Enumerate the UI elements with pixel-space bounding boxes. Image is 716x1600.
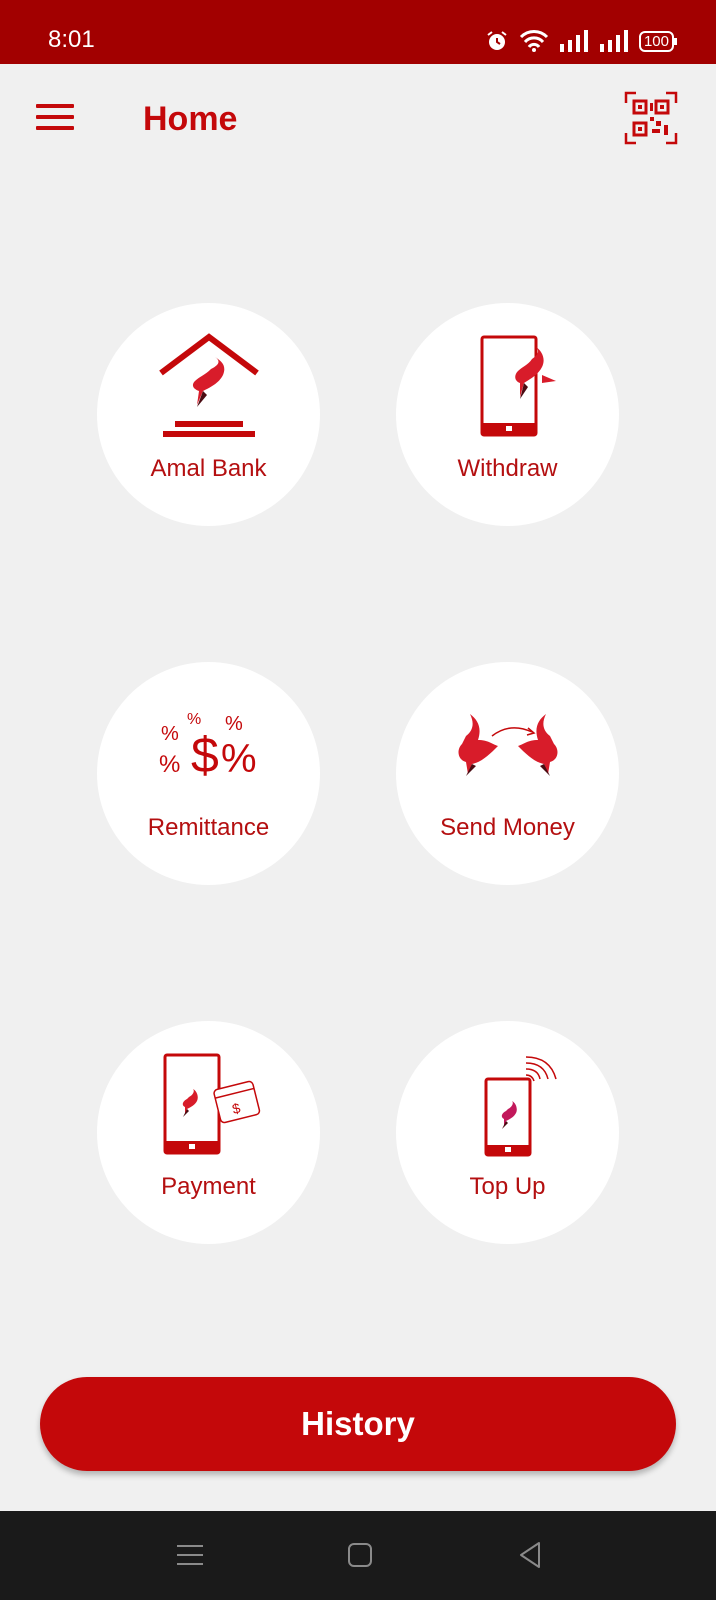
bank-house-icon xyxy=(158,333,259,437)
menu-icon[interactable] xyxy=(32,94,80,142)
qr-scan-icon[interactable] xyxy=(624,91,678,145)
phone-withdraw-icon xyxy=(480,335,556,437)
svg-text:%: % xyxy=(161,723,179,745)
dollar-percent-icon: % % % % $ % xyxy=(159,711,257,783)
tile-amal-bank[interactable]: Amal Bank xyxy=(97,303,320,526)
birds-transfer-icon xyxy=(458,714,557,776)
phone-signal-icon xyxy=(484,1056,557,1157)
tile-payment[interactable]: $ Payment xyxy=(97,1021,320,1244)
tile-send-money[interactable]: Send Money xyxy=(396,662,619,885)
app-bar: Home xyxy=(0,64,716,178)
back-icon[interactable] xyxy=(514,1539,546,1571)
system-nav-bar xyxy=(0,1511,716,1600)
wifi-icon xyxy=(519,30,549,52)
svg-text:%: % xyxy=(159,751,180,778)
tile-label: Top Up xyxy=(469,1173,546,1200)
status-bar: 8:01 100 xyxy=(0,0,716,64)
tile-label: Send Money xyxy=(440,814,575,841)
svg-text:%: % xyxy=(187,711,201,728)
tile-label: Payment xyxy=(161,1173,256,1200)
svg-text:%: % xyxy=(221,737,257,781)
tile-label: Remittance xyxy=(147,814,270,841)
battery-indicator: 100 xyxy=(638,30,678,52)
signal-icon-1 xyxy=(559,30,588,52)
home-icon[interactable] xyxy=(344,1539,376,1571)
page-title: Home xyxy=(143,100,238,138)
tile-remittance[interactable]: % % % % $ % Remittance xyxy=(97,662,320,885)
tile-top-up[interactable]: Top Up xyxy=(396,1021,619,1244)
tile-label: Withdraw xyxy=(457,455,558,482)
history-button[interactable]: History xyxy=(40,1377,676,1471)
svg-text:%: % xyxy=(225,713,243,735)
status-time: 8:01 xyxy=(48,26,95,53)
phone-card-icon: $ xyxy=(163,1053,260,1155)
tile-label: Amal Bank xyxy=(150,455,267,482)
status-icons: 100 xyxy=(485,26,678,56)
signal-icon-2 xyxy=(599,30,628,52)
svg-text:$: $ xyxy=(191,727,219,783)
tile-withdraw[interactable]: Withdraw xyxy=(396,303,619,526)
recent-apps-icon[interactable] xyxy=(174,1539,206,1571)
alarm-icon xyxy=(487,31,507,50)
